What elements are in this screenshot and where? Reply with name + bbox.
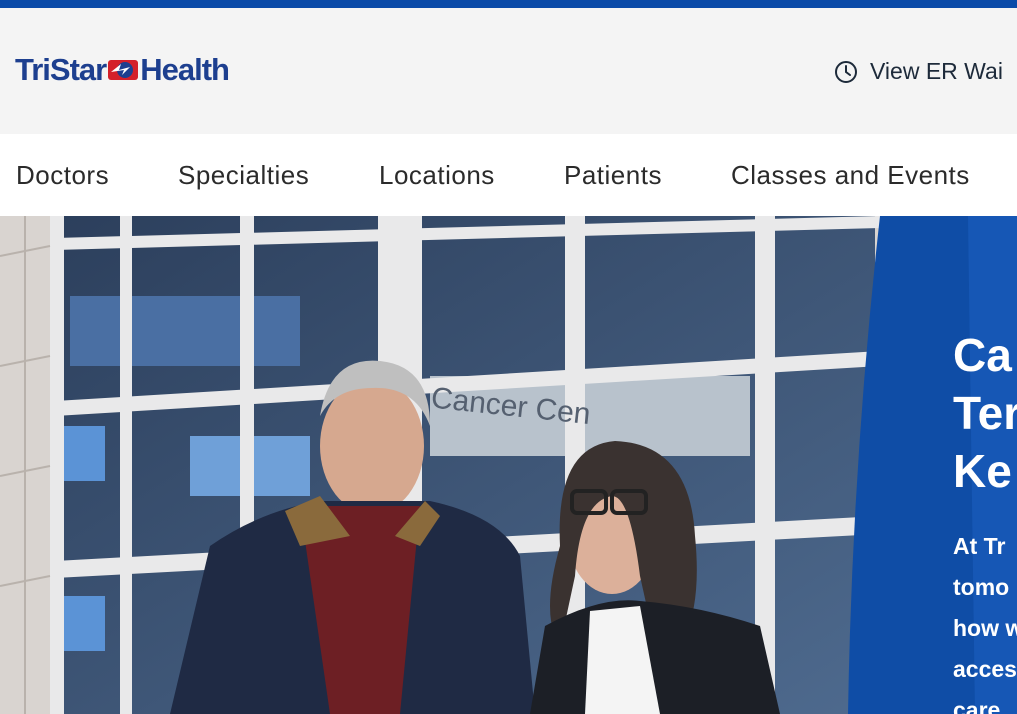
nav-item-doctors[interactable]: Doctors [16, 160, 109, 191]
site-header: TriStar Health View ER Wai [0, 8, 1017, 134]
logo-emblem-icon [108, 60, 139, 80]
logo-text-tristar: TriStar [15, 52, 107, 87]
nav-item-patients[interactable]: Patients [564, 160, 662, 191]
hero-banner: Cancer Cen Ca Ter Ke At Tr tomo how w ac… [0, 216, 1017, 714]
view-er-wait-times-link[interactable]: View ER Wai [834, 58, 1003, 85]
nav-item-classes-and-events[interactable]: Classes and Events [731, 160, 970, 191]
nav-item-locations[interactable]: Locations [379, 160, 495, 191]
main-navigation: Doctors Specialties Locations Patients C… [0, 134, 1017, 216]
er-wait-label: View ER Wai [870, 58, 1003, 84]
hero-text-block: Ca Ter Ke At Tr tomo how w access care [953, 326, 1017, 714]
clock-icon [835, 60, 857, 83]
nav-item-specialties[interactable]: Specialties [178, 160, 309, 191]
tristar-health-logo[interactable]: TriStar Health [15, 52, 230, 88]
hero-title: Ca Ter Ke [953, 329, 1017, 497]
top-accent-bar [0, 0, 1017, 8]
logo-text-health: Health [140, 52, 230, 87]
hero-photo: Cancer Cen [0, 216, 1017, 714]
hero-body-text: At Tr tomo how w access care [953, 533, 1017, 714]
